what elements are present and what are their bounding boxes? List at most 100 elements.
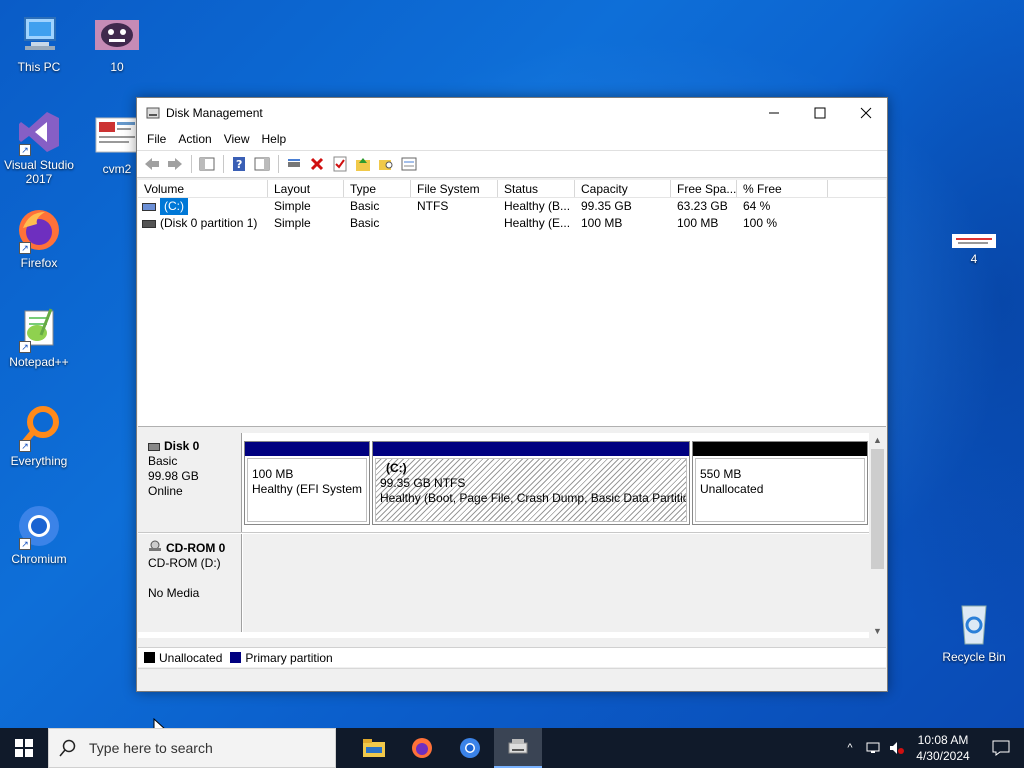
document-thumbnail-icon	[93, 112, 141, 160]
scroll-down-icon[interactable]: ▼	[869, 624, 886, 638]
delete-button[interactable]	[306, 153, 328, 175]
maximize-button[interactable]	[797, 98, 843, 128]
scroll-up-icon[interactable]: ▲	[869, 433, 886, 447]
disk-0-name: Disk 0	[148, 439, 241, 454]
column-file-system[interactable]: File System	[411, 180, 498, 197]
properties-button[interactable]	[329, 153, 351, 175]
firefox-icon	[412, 738, 432, 758]
image-file-icon	[93, 10, 141, 58]
disk-view-scrollbar[interactable]: ▲ ▼	[869, 433, 886, 638]
list-view-icon	[401, 157, 417, 171]
desktop-icon-10[interactable]: 10	[79, 10, 155, 74]
menu-file[interactable]: File	[141, 132, 172, 146]
back-button[interactable]	[141, 153, 163, 175]
disk-0-row[interactable]: Disk 0 Basic 99.98 GB Online 100 MB Heal…	[138, 433, 870, 533]
chromium-icon	[460, 738, 480, 758]
window-title: Disk Management	[166, 106, 263, 120]
desktop-icon-visual-studio[interactable]: ↗ Visual Studio 2017	[1, 108, 77, 186]
partition-unallocated[interactable]: 550 MB Unallocated	[692, 441, 868, 525]
disk-management-window: Disk Management File Action View Help ?	[136, 97, 888, 692]
free-space-cell: 63.23 GB	[677, 199, 728, 213]
cd-drive-icon	[148, 540, 162, 556]
desktop-icon-everything[interactable]: ↗ Everything	[1, 404, 77, 468]
column-capacity[interactable]: Capacity	[575, 180, 671, 197]
taskbar-file-explorer[interactable]	[350, 728, 398, 768]
column-status[interactable]: Status	[498, 180, 575, 197]
chromium-icon: ↗	[15, 502, 63, 550]
column-free-space[interactable]: Free Spa...	[671, 180, 737, 197]
taskbar-clock[interactable]: 10:08 AM 4/30/2024	[908, 732, 978, 764]
column-volume[interactable]: Volume	[138, 180, 268, 197]
disk-management-icon	[146, 106, 160, 120]
desktop-icon-recycle-bin[interactable]: Recycle Bin	[936, 600, 1012, 664]
volume-row[interactable]: (C:) Simple Basic NTFS Healthy (B... 99.…	[138, 198, 886, 215]
network-icon[interactable]	[862, 741, 886, 755]
partition-efi[interactable]: 100 MB Healthy (EFI System P	[244, 441, 370, 525]
list-view-button[interactable]	[398, 153, 420, 175]
cdrom-0-label[interactable]: CD-ROM 0 CD-ROM (D:) No Media	[138, 534, 242, 632]
partition-unallocated-info: 550 MB Unallocated	[695, 458, 865, 522]
taskbar: Type here to search ^ 10:08 AM 4/30/2024	[0, 728, 1024, 768]
open-folder-button[interactable]	[352, 153, 374, 175]
start-button[interactable]	[0, 728, 48, 768]
windows-logo-icon	[15, 739, 33, 757]
menu-view[interactable]: View	[218, 132, 256, 146]
minimize-button[interactable]	[751, 98, 797, 128]
notification-center-icon[interactable]	[978, 740, 1024, 756]
status-cell: Healthy (E...	[504, 216, 571, 230]
volume-cell: (C:)	[138, 198, 268, 215]
type-cell: Basic	[350, 216, 380, 230]
search-placeholder: Type here to search	[89, 740, 213, 756]
volume-row[interactable]: (Disk 0 partition 1) Simple Basic Health…	[138, 215, 886, 232]
show-hidden-icons-chevron-icon[interactable]: ^	[838, 742, 862, 754]
disk-connect-icon	[288, 159, 300, 167]
menu-help[interactable]: Help	[256, 132, 293, 146]
menu-action[interactable]: Action	[172, 132, 217, 146]
disk-management-icon	[508, 739, 528, 754]
forward-button[interactable]	[164, 153, 186, 175]
firefox-icon: ↗	[15, 206, 63, 254]
taskbar-chromium[interactable]	[446, 728, 494, 768]
shortcut-arrow-icon: ↗	[19, 538, 31, 550]
layout-cell: Simple	[274, 216, 311, 230]
desktop-icon-this-pc[interactable]: This PC	[1, 10, 77, 74]
free-space-cell: 100 MB	[677, 216, 719, 230]
close-button[interactable]	[843, 98, 889, 128]
taskbar-search-box[interactable]: Type here to search	[48, 728, 336, 768]
desktop-icon-firefox[interactable]: ↗ Firefox	[1, 206, 77, 270]
status-bar	[138, 668, 886, 690]
maximize-icon	[814, 107, 826, 119]
scrollbar-thumb[interactable]	[871, 449, 884, 569]
taskbar-firefox[interactable]	[398, 728, 446, 768]
notepad-plus-plus-icon: ↗	[15, 305, 63, 353]
partition-c[interactable]: (C:) 99.35 GB NTFS Healthy (Boot, Page F…	[372, 441, 690, 525]
disk-0-state: Online	[148, 484, 183, 498]
column-type[interactable]: Type	[344, 180, 411, 197]
menu-bar: File Action View Help	[137, 128, 887, 150]
desktop-icon-chromium[interactable]: ↗ Chromium	[1, 502, 77, 566]
explore-button[interactable]	[375, 153, 397, 175]
file-system-cell: NTFS	[417, 199, 449, 213]
action-pane-icon	[254, 157, 270, 171]
shortcut-arrow-icon: ↗	[19, 341, 31, 353]
volume-muted-icon[interactable]	[886, 741, 908, 755]
capacity-cell: 99.35 GB	[581, 199, 632, 213]
show-action-pane-button[interactable]	[251, 153, 273, 175]
toolbar-separator	[278, 155, 279, 173]
disk-graphical-view: Disk 0 Basic 99.98 GB Online 100 MB Heal…	[138, 433, 886, 638]
column-percent-free[interactable]: % Free	[737, 180, 828, 197]
help-button[interactable]: ?	[228, 153, 250, 175]
visual-studio-icon: ↗	[15, 108, 63, 156]
cdrom-0-row[interactable]: CD-ROM 0 CD-ROM (D:) No Media	[138, 534, 870, 632]
column-layout[interactable]: Layout	[268, 180, 344, 197]
disk-0-label[interactable]: Disk 0 Basic 99.98 GB Online	[138, 433, 242, 532]
desktop-icon-4[interactable]: 4	[936, 222, 1012, 266]
taskbar-disk-management[interactable]	[494, 728, 542, 768]
search-icon	[59, 739, 76, 757]
title-bar[interactable]: Disk Management	[137, 98, 887, 128]
connect-virtual-disk-button[interactable]	[283, 153, 305, 175]
show-hide-console-tree-button[interactable]	[196, 153, 218, 175]
volume-drive-icon	[142, 219, 156, 228]
desktop-icon-notepad-plus-plus[interactable]: ↗ Notepad++	[1, 305, 77, 369]
percent-free-cell: 100 %	[743, 216, 778, 230]
